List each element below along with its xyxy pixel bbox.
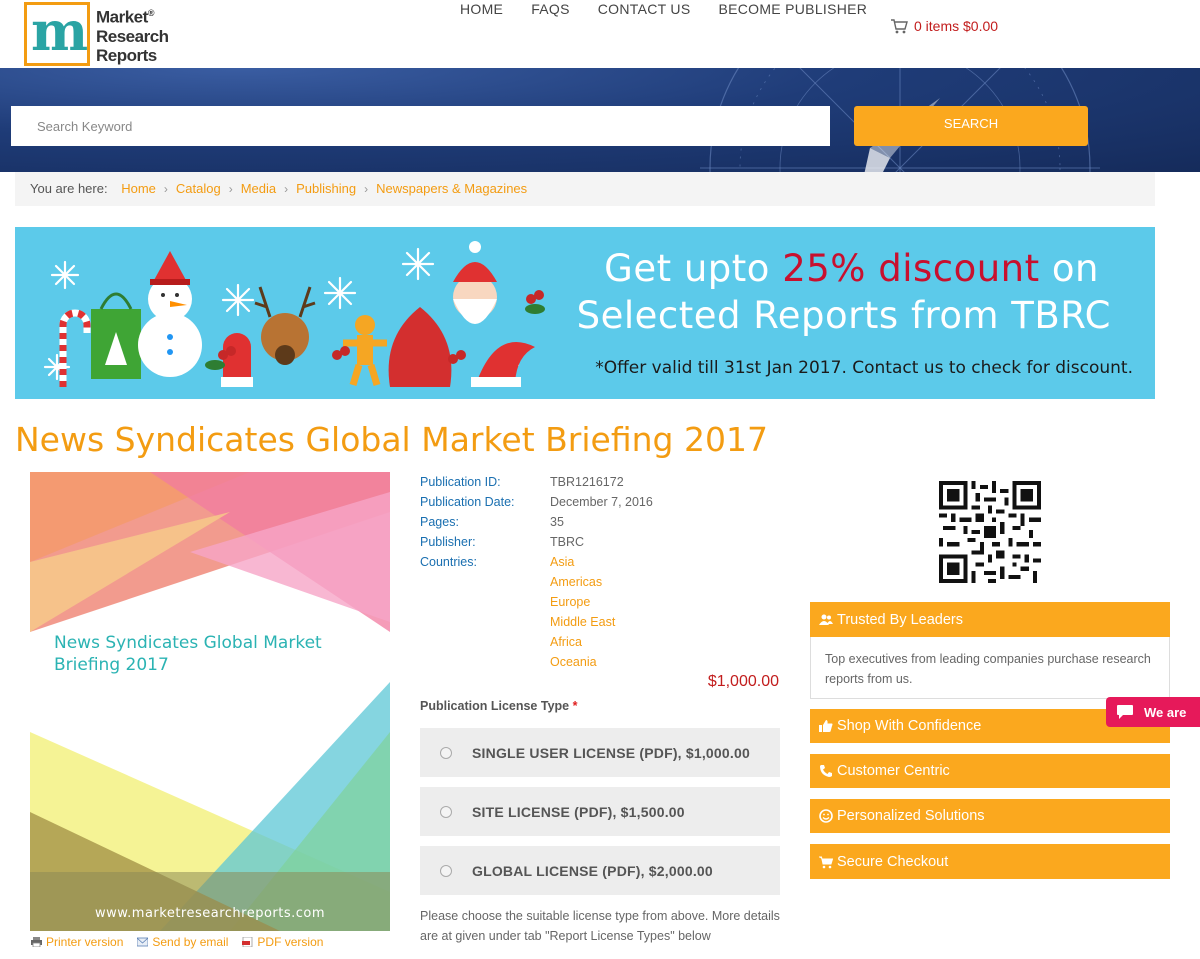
pages-count: 35 [550, 515, 564, 529]
secure-checkout-box[interactable]: Secure Checkout [810, 844, 1170, 879]
nav-faqs[interactable]: FAQS [531, 0, 570, 18]
license-radio[interactable] [440, 805, 452, 818]
printer-icon [31, 937, 42, 947]
country-link[interactable]: Americas [550, 574, 615, 594]
banner-discount: 25% discount [782, 247, 1040, 290]
cover-title: News Syndicates Global Market Briefing 2… [54, 633, 322, 675]
required-marker: * [572, 699, 578, 713]
users-icon [819, 614, 833, 625]
country-link[interactable]: Asia [550, 554, 615, 574]
site-header: m Market® Research Reports HOME FAQS CON… [0, 0, 1200, 68]
breadcrumb-lead: You are here: [30, 181, 108, 196]
smile-icon [819, 809, 833, 823]
license-radio[interactable] [440, 864, 452, 877]
chat-label: We are [1144, 704, 1187, 720]
license-radio[interactable] [440, 746, 452, 759]
search-button[interactable]: SEARCH [854, 106, 1088, 146]
license-label: SITE LICENSE (PDF), $1,500.00 [472, 803, 685, 820]
breadcrumb-separator: › [228, 182, 233, 196]
report-cover[interactable]: News Syndicates Global Market Briefing 2… [30, 472, 390, 931]
breadcrumb: You are here: Home › Catalog › Media › Publish… [15, 172, 1155, 206]
banner-headline: Get upto 25% discount on [604, 247, 1099, 290]
thumbs-up-icon [819, 720, 833, 732]
cover-url: www.marketresearchreports.com [94, 906, 326, 921]
shopping-cart-icon [891, 18, 908, 33]
customer-centric-box[interactable]: Customer Centric [810, 754, 1170, 788]
printer-version-link[interactable]: Printer version [31, 935, 123, 949]
nav-contact-us[interactable]: CONTACT US [598, 0, 691, 18]
price: $1,000.00 [707, 673, 779, 690]
cart-label: 0 items $0.00 [914, 18, 999, 34]
publication-date: December 7, 2016 [550, 495, 653, 509]
breadcrumb-separator: › [163, 182, 168, 196]
site-logo[interactable]: m Market® Research Reports [24, 0, 184, 66]
chat-bubble-icon [1117, 705, 1133, 719]
breadcrumb-media[interactable]: Media [241, 181, 276, 196]
detail-row: Publication ID: TBR1216172 [420, 474, 653, 494]
promo-banner[interactable]: Get upto 25% discount on Selected Report… [15, 227, 1155, 399]
page-title: News Syndicates Global Market Briefing 2… [15, 420, 768, 459]
license-option-site[interactable]: SITE LICENSE (PDF), $1,500.00 [420, 787, 780, 836]
banner-subheadline: Selected Reports from TBRC [576, 294, 1111, 337]
cover-artwork [30, 472, 390, 931]
phone-icon [820, 765, 832, 777]
main-nav: HOME FAQS CONTACT US BECOME PUBLISHER [446, 0, 881, 18]
license-type-label: Publication License Type * [420, 699, 578, 713]
breadcrumb-home[interactable]: Home [121, 181, 156, 196]
license-note: Please choose the suitable license type … [420, 909, 780, 943]
countries-list: Asia Americas Europe Middle East Africa … [550, 554, 615, 674]
country-link[interactable]: Middle East [550, 614, 615, 634]
breadcrumb-newspapers-magazines[interactable]: Newspapers & Magazines [376, 181, 527, 196]
license-label: SINGLE USER LICENSE (PDF), $1,000.00 [472, 744, 750, 761]
cart-icon [819, 856, 833, 868]
breadcrumb-separator: › [284, 182, 289, 196]
logo-mark: m [24, 0, 90, 66]
nav-become-publisher[interactable]: BECOME PUBLISHER [718, 0, 867, 18]
send-by-email-link[interactable]: Send by email [137, 935, 228, 949]
publication-details: Publication ID: TBR1216172 Publication Da… [420, 474, 653, 674]
search-input[interactable] [11, 106, 830, 146]
search-band: SEARCH [0, 68, 1200, 172]
detail-row: Pages: 35 [420, 514, 653, 534]
trusted-by-leaders-body: Top executives from leading companies pu… [810, 637, 1170, 699]
chat-widget[interactable]: We are [1106, 697, 1200, 727]
publisher: TBRC [550, 535, 585, 549]
personalized-solutions-box[interactable]: Personalized Solutions [810, 799, 1170, 833]
license-option-global[interactable]: GLOBAL LICENSE (PDF), $2,000.00 [420, 846, 780, 895]
country-link[interactable]: Europe [550, 594, 615, 614]
license-option-single-user[interactable]: SINGLE USER LICENSE (PDF), $1,000.00 [420, 728, 780, 777]
trusted-by-leaders-header: Trusted By Leaders [810, 602, 1170, 637]
logo-text: Market® Research Reports [96, 7, 169, 65]
email-icon [137, 937, 149, 947]
nav-home[interactable]: HOME [460, 0, 503, 18]
detail-row: Publication Date: December 7, 2016 [420, 494, 653, 514]
publication-id: TBR1216172 [550, 475, 624, 489]
detail-row: Countries: Asia Americas Europe Middle E… [420, 554, 653, 674]
breadcrumb-catalog[interactable]: Catalog [176, 181, 221, 196]
country-link[interactable]: Africa [550, 634, 615, 654]
breadcrumb-publishing[interactable]: Publishing [296, 181, 356, 196]
country-link[interactable]: Oceania [550, 654, 615, 674]
cart-summary[interactable]: 0 items $0.00 [891, 18, 998, 34]
pdf-icon [242, 937, 253, 947]
report-actions: Printer version Send by email PDF versio… [31, 935, 323, 949]
breadcrumb-separator: › [364, 182, 369, 196]
qr-code [939, 481, 1041, 583]
pdf-version-link[interactable]: PDF version [242, 935, 323, 949]
license-label: GLOBAL LICENSE (PDF), $2,000.00 [472, 862, 713, 879]
banner-offer-note: *Offer valid till 31st Jan 2017. Contact… [595, 358, 1133, 378]
detail-row: Publisher: TBRC [420, 534, 653, 554]
